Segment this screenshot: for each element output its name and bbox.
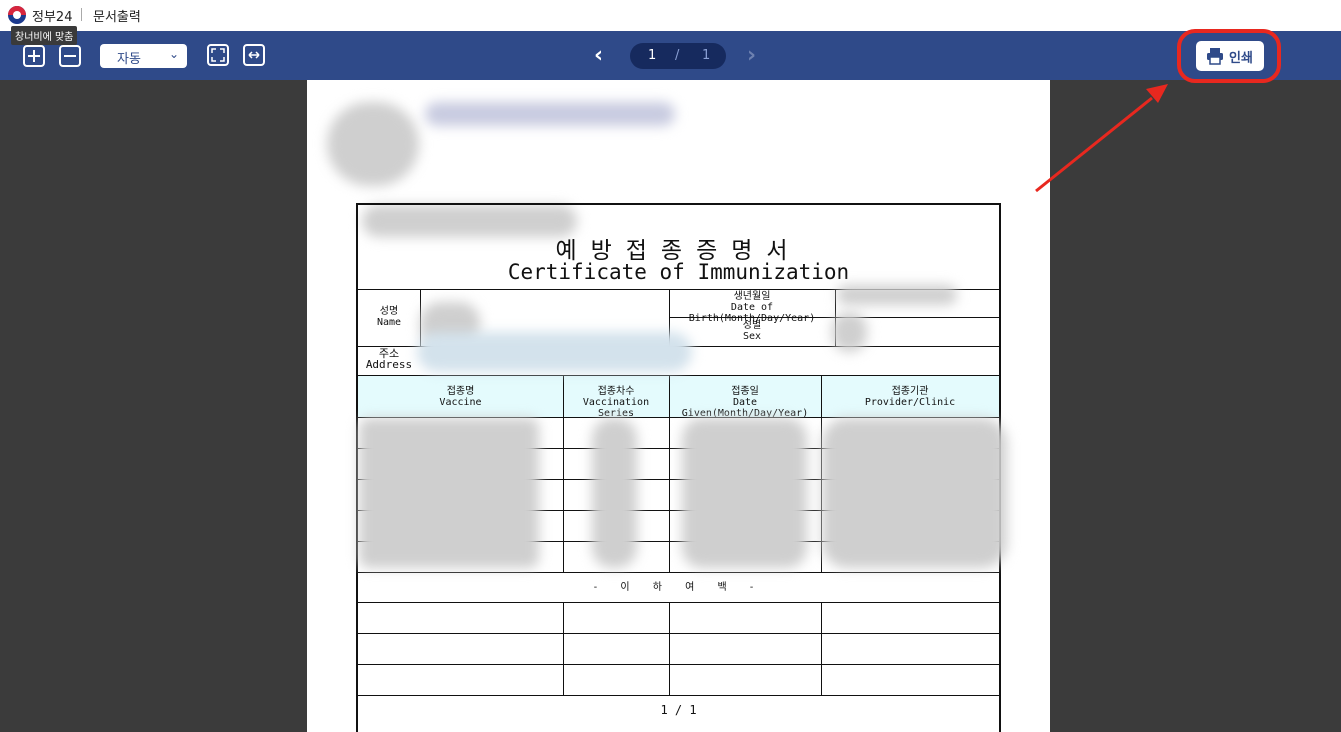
redacted-providers	[822, 418, 1007, 568]
page-separator: /	[675, 48, 680, 63]
redacted-dob	[837, 285, 957, 305]
redacted-sex	[832, 312, 867, 352]
redacted-series	[592, 418, 637, 568]
previous-page-button[interactable]: ‹	[594, 43, 603, 68]
app-name: 정부24	[32, 10, 73, 25]
column-provider: 접종기관 Provider/Clinic	[864, 386, 956, 408]
column-series: 접종차수 Vaccination Series	[582, 386, 650, 419]
zoom-in-button[interactable]	[23, 45, 45, 67]
title-divider	[81, 8, 82, 21]
page-footer: 1 / 1	[660, 703, 697, 717]
minus-icon	[64, 55, 76, 57]
government-logo-icon	[8, 6, 26, 24]
page-indicator: 1 / 1	[630, 43, 726, 69]
next-page-button[interactable]: ›	[747, 43, 756, 68]
print-button[interactable]: 인쇄	[1196, 41, 1264, 71]
redacted-logo	[327, 102, 419, 186]
redacted-dates	[682, 418, 807, 568]
column-vaccine: 접종명 Vaccine	[439, 386, 482, 408]
print-button-label: 인쇄	[1229, 51, 1253, 66]
document-page: 예방접종증명서 Certificate of Immunization 성명 Na…	[307, 80, 1050, 732]
redacted-vaccine-names	[359, 418, 539, 568]
viewer-toolbar: 자동 ⌄ ‹ 1 / 1 ›	[0, 31, 1341, 80]
zoom-select[interactable]: 자동 ⌄	[100, 44, 187, 68]
chevron-down-icon: ⌄	[168, 47, 179, 61]
certificate-title-en: Certificate of Immunization	[507, 260, 850, 284]
zoom-select-value: 자동	[117, 52, 141, 67]
total-pages: 1	[702, 48, 711, 63]
sex-label: 성별 Sex	[742, 320, 762, 342]
zoom-out-button[interactable]	[59, 45, 81, 67]
redacted-address	[417, 332, 692, 372]
column-date-given: 접종일 Date Given(Month/Day/Year)	[681, 386, 809, 419]
printer-icon	[1207, 48, 1223, 65]
plus-icon	[28, 50, 40, 62]
fit-width-button[interactable]	[243, 44, 265, 66]
document-name: 문서출력	[93, 10, 141, 25]
current-page-number[interactable]: 1	[648, 48, 656, 63]
fit-width-tooltip: 창너비에 맞춤	[11, 26, 78, 45]
fit-width-icon	[248, 51, 260, 59]
fit-page-button[interactable]	[207, 44, 229, 66]
fit-page-icon	[211, 48, 225, 62]
name-label: 성명 Name	[376, 306, 402, 328]
redacted-header-text	[425, 102, 675, 126]
title-bar: 정부24 문서출력	[0, 0, 1341, 31]
address-label: 주소 Address	[365, 347, 413, 371]
end-of-records-marker: - 이 하 여 백 -	[593, 582, 764, 593]
